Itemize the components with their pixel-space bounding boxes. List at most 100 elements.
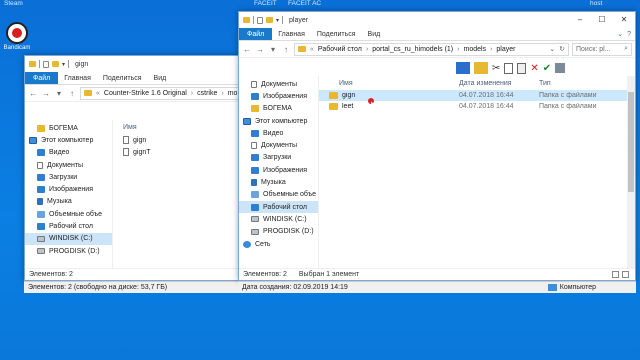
sidebar-item[interactable]: БОГЕМА — [25, 122, 112, 134]
breadcrumb-item[interactable]: models — [463, 46, 486, 53]
sidebar-item[interactable]: WINDISK (C:) — [239, 213, 318, 225]
sidebar-item[interactable]: Этот компьютер — [25, 134, 112, 146]
tab-home[interactable]: Главная — [272, 28, 311, 40]
sidebar-item[interactable]: Документы — [239, 78, 318, 90]
file-list[interactable]: Имя Дата изменения Тип gign 04.07.2018 1… — [319, 76, 635, 268]
up-arrow-icon[interactable]: ↑ — [67, 89, 77, 98]
up-arrow-icon[interactable]: ↑ — [281, 45, 291, 54]
column-header-date[interactable]: Дата изменения — [459, 80, 539, 87]
chevron-down-icon[interactable]: ⌄ — [549, 45, 555, 53]
column-header-name[interactable]: Имя — [113, 120, 243, 134]
sidebar-item[interactable]: Документы — [25, 159, 112, 171]
sidebar-item[interactable]: Документы — [239, 139, 318, 151]
tab-home[interactable]: Главная — [58, 72, 97, 84]
title-bar[interactable]: ▾ gign — [25, 56, 243, 72]
sidebar-item[interactable]: Изображения — [25, 183, 112, 195]
new-folder-icon[interactable] — [266, 17, 273, 23]
sidebar-item-label: WINDISK (C:) — [49, 235, 93, 243]
sidebar-item[interactable]: Видео — [239, 127, 318, 139]
minimize-icon[interactable]: – — [569, 12, 591, 28]
scrollbar-thumb[interactable] — [628, 92, 634, 192]
help-icon[interactable]: ? — [627, 31, 631, 38]
close-icon[interactable]: ✕ — [613, 12, 635, 28]
forward-arrow-icon[interactable]: → — [255, 45, 265, 54]
window-controls: – ☐ ✕ — [569, 12, 635, 28]
sidebar-item-label: Этот компьютер — [41, 136, 94, 144]
breadcrumb-item[interactable]: portal_cs_ru_himodels (1) — [372, 46, 453, 53]
sidebar-item[interactable]: Загрузки — [239, 152, 318, 164]
file-list[interactable]: Имя gign gignT — [113, 120, 243, 268]
table-row[interactable]: gign 04.07.2018 16:44 Папка с файлами — [319, 90, 635, 101]
check-icon[interactable]: ✔ — [543, 63, 551, 74]
refresh-icon[interactable]: ↻ — [559, 45, 565, 53]
sidebar-item[interactable]: Объемные объе — [25, 208, 112, 220]
preview-pane-icon[interactable] — [456, 62, 470, 74]
folder-options-icon[interactable] — [474, 62, 488, 74]
list-item[interactable]: gign — [113, 134, 243, 146]
chevron-down-icon[interactable]: ⌄ — [617, 30, 623, 38]
breadcrumb-item[interactable]: Рабочий стол — [318, 46, 362, 53]
tab-share[interactable]: Поделиться — [97, 72, 148, 84]
list-item[interactable]: gignT — [113, 146, 243, 158]
breadcrumb-item[interactable]: cstrike — [197, 90, 217, 97]
search-input[interactable]: Поиск: pl... ⌕ — [572, 42, 632, 56]
sidebar-item[interactable]: Музыка — [25, 196, 112, 208]
navigation-pane[interactable]: Документы Изображения БОГЕМА Этот компьютер… — [239, 76, 319, 268]
copy-icon[interactable] — [504, 62, 514, 74]
ribbon-tabs: Файл Главная Поделиться Вид — [25, 72, 243, 85]
sidebar-item[interactable]: БОГЕМА — [239, 103, 318, 115]
customize-quick-access-icon[interactable]: ▾ — [276, 17, 279, 24]
details-view-icon[interactable] — [612, 271, 619, 278]
breadcrumb-item[interactable]: player — [496, 46, 515, 53]
sidebar-item[interactable]: Изображения — [239, 164, 318, 176]
sidebar-item[interactable]: Видео — [25, 147, 112, 159]
sidebar-item[interactable]: PROGDISK (D:) — [25, 245, 112, 257]
customize-quick-access-icon[interactable]: ▾ — [62, 61, 65, 68]
explorer-window-player[interactable]: ▾ player – ☐ ✕ Файл Главная Поделиться В… — [238, 11, 636, 281]
properties-icon[interactable] — [555, 63, 566, 73]
sidebar-item[interactable]: Рабочий стол — [25, 220, 112, 232]
sidebar-item[interactable]: Рабочий стол — [239, 200, 318, 214]
title-bar[interactable]: ▾ player – ☐ ✕ — [239, 12, 635, 28]
sidebar-item[interactable]: Объемные объе — [239, 189, 318, 201]
delete-icon[interactable]: ✕ — [530, 63, 538, 74]
window-title: player — [289, 16, 309, 24]
tab-file[interactable]: Файл — [25, 72, 59, 84]
explorer-window-gign[interactable]: ▾ gign Файл Главная Поделиться Вид ← → ▾… — [24, 55, 244, 281]
tiles-view-icon[interactable] — [622, 271, 629, 278]
sidebar-item[interactable]: Этот компьютер — [239, 115, 318, 127]
status-selected-count: Выбран 1 элемент — [298, 271, 360, 278]
sidebar-item[interactable]: PROGDISK (D:) — [239, 226, 318, 238]
sidebar-item[interactable]: Музыка — [239, 176, 318, 188]
tab-view[interactable]: Вид — [148, 72, 173, 84]
tab-file[interactable]: Файл — [239, 28, 273, 40]
back-arrow-icon[interactable]: ← — [28, 89, 38, 98]
properties-icon[interactable] — [257, 16, 263, 24]
column-header-type[interactable]: Тип — [539, 80, 609, 87]
properties-icon[interactable] — [43, 60, 49, 68]
navigation-pane[interactable]: БОГЕМА Этот компьютер Видео Документы Загруз… — [25, 120, 113, 268]
chevron-down-icon[interactable]: ▾ — [268, 45, 278, 54]
paste-icon[interactable] — [517, 62, 527, 74]
sidebar-item-label: PROGDISK (D:) — [263, 228, 314, 236]
vertical-scrollbar[interactable] — [627, 76, 635, 268]
breadcrumb-item[interactable]: mo — [228, 90, 238, 97]
maximize-icon[interactable]: ☐ — [591, 12, 613, 28]
sidebar-item[interactable]: Сеть — [239, 238, 318, 250]
sidebar-item[interactable]: Изображения — [239, 90, 318, 102]
tab-share[interactable]: Поделиться — [311, 28, 362, 40]
address-bar[interactable]: « Counter-Strike 1.6 Original › cstrike … — [80, 86, 240, 100]
back-arrow-icon[interactable]: ← — [242, 45, 252, 54]
cut-icon[interactable]: ✂ — [492, 63, 500, 74]
bandicam-desktop-shortcut[interactable]: Bandicam — [2, 22, 32, 51]
tab-view[interactable]: Вид — [362, 28, 387, 40]
breadcrumb-item[interactable]: Counter-Strike 1.6 Original — [104, 90, 187, 97]
sidebar-item[interactable]: Загрузки — [25, 171, 112, 183]
sidebar-item-label: Изображения — [263, 166, 307, 174]
chevron-down-icon[interactable]: ▾ — [54, 89, 64, 98]
new-folder-icon[interactable] — [52, 61, 59, 67]
column-header-name[interactable]: Имя — [319, 80, 459, 87]
address-bar[interactable]: « Рабочий стол › portal_cs_ru_himodels (… — [294, 42, 569, 56]
sidebar-item[interactable]: WINDISK (C:) — [25, 232, 112, 245]
forward-arrow-icon[interactable]: → — [41, 89, 51, 98]
